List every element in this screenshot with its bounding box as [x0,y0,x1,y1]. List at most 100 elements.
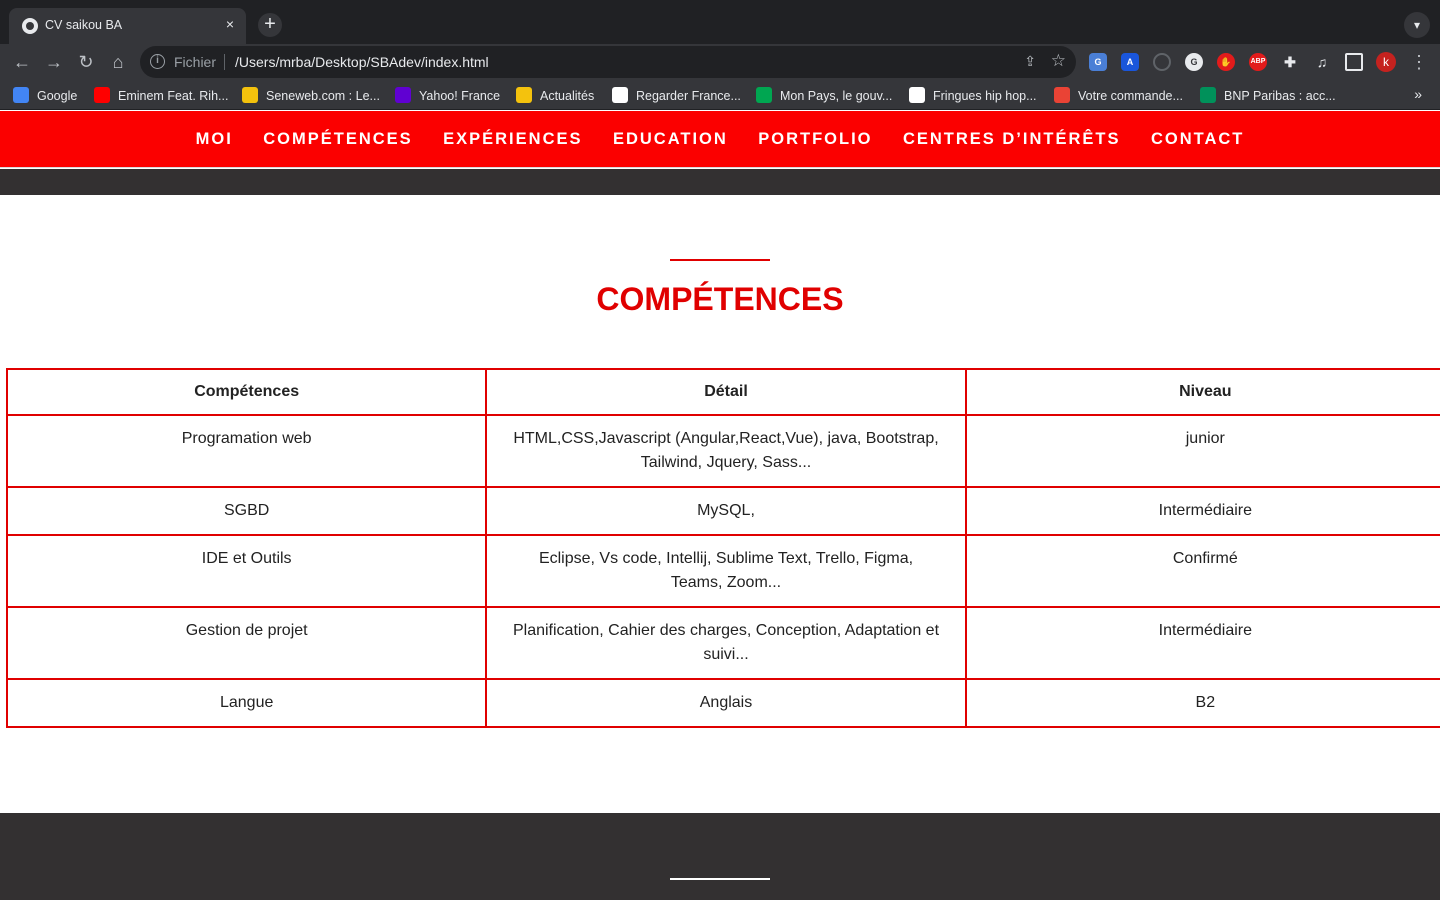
section-title: COMPÉTENCES [596,281,844,317]
tab-search-chevron-icon[interactable]: ▾ [1404,12,1430,38]
skill-level: junior [964,414,1440,488]
news-icon [516,87,532,103]
nav-contact[interactable]: CONTACT [1151,111,1244,167]
bookmark-label: Eminem Feat. Rih... [118,89,229,103]
home-icon[interactable]: ⌂ [106,50,130,74]
france-tv-icon [612,87,628,103]
bookmark-label: Votre commande... [1078,89,1183,103]
table-row: SGBD MySQL, Intermédiaire [5,486,1440,536]
def-store-icon [909,87,925,103]
skill-name: IDE et Outils [5,534,488,608]
bookmark-seneweb[interactable]: Seneweb.com : Le... [242,87,380,103]
skill-detail: HTML,CSS,Javascript (Angular,React,Vue),… [485,414,967,488]
bookmark-label: Actualités [540,89,595,103]
grammar-extension-icon[interactable]: G [1185,53,1203,71]
browser-tab-strip: CV saikou BA × + ▾ [0,0,1440,44]
browser-menu-icon[interactable]: ⋮ [1410,50,1428,74]
bnp-icon [1200,87,1216,103]
skill-detail: Anglais [485,678,967,728]
hand-extension-icon[interactable]: ✋ [1217,53,1235,71]
browser-tab-active[interactable]: CV saikou BA × [9,8,246,44]
bookmark-yahoo[interactable]: Yahoo! France [395,87,500,103]
skill-detail: Eclipse, Vs code, Intellij, Sublime Text… [485,534,967,608]
profile-avatar[interactable]: k [1376,52,1396,72]
adblock-extension-icon[interactable]: ABP [1249,53,1267,71]
bookmark-label: BNP Paribas : acc... [1224,89,1336,103]
loader-extension-icon[interactable] [1153,53,1171,71]
translate-extension-icon[interactable]: G [1089,53,1107,71]
youtube-icon [94,87,110,103]
nav-moi[interactable]: MOI [196,111,233,167]
side-panel-icon[interactable] [1345,53,1363,71]
site-info-icon[interactable]: i [150,54,165,69]
nav-competences[interactable]: COMPÉTENCES [263,111,412,167]
address-url[interactable]: /Users/mrba/Desktop/SBAdev/index.html [235,54,489,70]
bookmark-google[interactable]: Google [13,87,77,103]
bookmark-bnp[interactable]: BNP Paribas : acc... [1200,87,1336,103]
skill-level: Intermédiaire [964,486,1440,536]
address-scheme: Fichier [174,54,217,70]
site-navigation: MOI COMPÉTENCES EXPÉRIENCES EDUCATION PO… [0,111,1440,168]
skill-name: Programation web [5,414,488,488]
bookmark-label: Google [37,89,78,103]
bookmark-label: Yahoo! France [419,89,501,103]
bookmark-actualites[interactable]: Actualités [516,87,594,103]
bookmark-star-icon[interactable]: ☆ [1051,51,1066,71]
nav-education[interactable]: EDUCATION [613,111,728,167]
bookmark-label: Regarder France... [636,89,741,103]
header-dark-band [0,169,1440,195]
table-row: Programation web HTML,CSS,Javascript (An… [5,414,1440,488]
nav-portfolio[interactable]: PORTFOLIO [758,111,872,167]
forward-arrow-icon[interactable]: → [42,50,66,74]
gmail-icon [1054,87,1070,103]
seneweb-icon [242,87,258,103]
media-queue-icon[interactable]: ♫ [1313,53,1331,71]
skill-name: Langue [5,678,488,728]
nav-centres-interets[interactable]: CENTRES D’INTÉRÊTS [903,111,1121,167]
bookmarks-overflow-icon[interactable]: » [1414,86,1422,102]
puzzle-extensions-icon[interactable]: ✚ [1281,53,1299,71]
bookmarks-bar: Google Eminem Feat. Rih... Seneweb.com :… [0,80,1440,110]
skill-level: Confirmé [964,534,1440,608]
column-header-niveau: Niveau [964,368,1440,416]
skill-detail: MySQL, [485,486,967,536]
skills-table: Compétences Détail Niveau Programation w… [5,368,1440,728]
skill-name: SGBD [5,486,488,536]
google-icon [13,87,29,103]
share-icon[interactable]: ⇪ [1024,53,1036,70]
bookmark-label: Fringues hip hop... [933,89,1037,103]
table-row: Langue Anglais B2 [5,678,1440,728]
skill-level: Intermédiaire [964,606,1440,680]
close-tab-icon[interactable]: × [222,16,238,32]
address-bar[interactable]: i Fichier /Users/mrba/Desktop/SBAdev/ind… [140,46,1076,78]
section-divider [670,259,770,261]
nav-experiences[interactable]: EXPÉRIENCES [443,111,582,167]
bookmark-label: Mon Pays, le gouv... [780,89,893,103]
bookmark-france-tv[interactable]: Regarder France... [612,87,741,103]
bookmark-label: Seneweb.com : Le... [266,89,380,103]
table-header-row: Compétences Détail Niveau [5,368,1440,416]
skill-name: Gestion de projet [5,606,488,680]
flag-icon [756,87,772,103]
back-arrow-icon[interactable]: ← [10,50,34,74]
footer-divider [670,878,770,880]
table-row: Gestion de projet Planification, Cahier … [5,606,1440,680]
skill-detail: Planification, Cahier des charges, Conce… [485,606,967,680]
reload-icon[interactable]: ↻ [74,50,98,74]
column-header-detail: Détail [485,368,967,416]
skill-level: B2 [964,678,1440,728]
bookmark-fringues[interactable]: Fringues hip hop... [909,87,1037,103]
globe-icon [22,18,38,34]
page-footer [0,813,1440,900]
new-tab-button[interactable]: + [258,13,282,37]
bookmark-mon-pays[interactable]: Mon Pays, le gouv... [756,87,892,103]
browser-toolbar: ← → ↻ ⌂ i Fichier /Users/mrba/Desktop/SB… [0,44,1440,80]
table-row: IDE et Outils Eclipse, Vs code, Intellij… [5,534,1440,608]
bookmark-eminem[interactable]: Eminem Feat. Rih... [94,87,228,103]
bookmark-gmail[interactable]: Votre commande... [1054,87,1183,103]
yahoo-icon [395,87,411,103]
dictionary-extension-icon[interactable]: A [1121,53,1139,71]
column-header-competences: Compétences [5,368,488,416]
tab-title: CV saikou BA [45,18,123,32]
address-divider [224,54,225,70]
